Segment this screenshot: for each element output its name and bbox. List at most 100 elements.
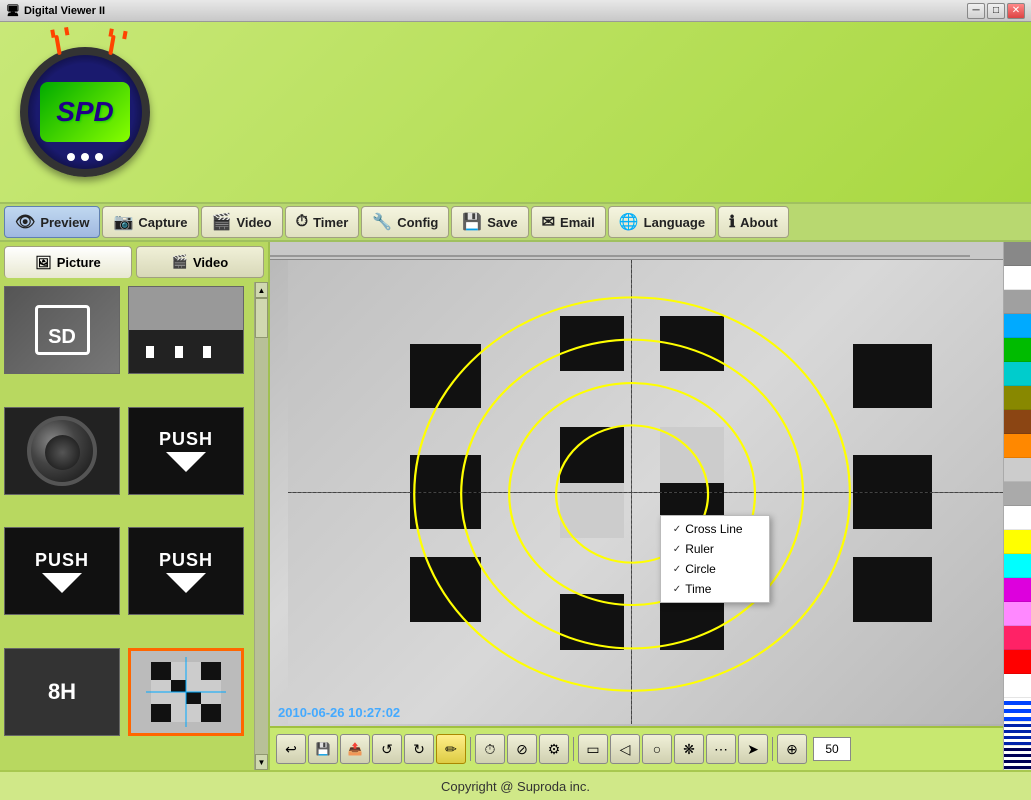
menu-language[interactable]: 🌐 Language — [608, 206, 716, 238]
swatch-7[interactable] — [1004, 410, 1031, 434]
tool-pencil[interactable]: ✏ — [436, 734, 466, 764]
thumbnail-target[interactable] — [128, 648, 244, 736]
minimize-button[interactable]: ─ — [967, 3, 985, 19]
preview-label: Preview — [40, 215, 89, 230]
video-label: Video — [236, 215, 271, 230]
swatch-14[interactable] — [1004, 578, 1031, 602]
menu-capture[interactable]: 📷 Capture — [102, 206, 198, 238]
context-crossline-label: Cross Line — [685, 522, 742, 536]
context-ruler-label: Ruler — [685, 542, 714, 556]
thumbnail-lens[interactable] — [4, 407, 120, 495]
scroll-thumb[interactable] — [255, 298, 268, 338]
tool-crosshair[interactable]: ⊕ — [777, 734, 807, 764]
color-palette — [1003, 242, 1031, 770]
email-label: Email — [560, 215, 595, 230]
context-crossline[interactable]: ✓ Cross Line — [661, 519, 769, 539]
swatch-4[interactable] — [1004, 338, 1031, 362]
menu-video[interactable]: 🎬 Video — [201, 206, 283, 238]
close-button[interactable]: ✕ — [1007, 3, 1025, 19]
tool-undo[interactable]: ↩ — [276, 734, 306, 764]
about-label: About — [740, 215, 778, 230]
capture-icon: 📷 — [113, 212, 133, 232]
tool-rotate-right[interactable]: ↻ — [404, 734, 434, 764]
tool-export[interactable]: 📤 — [340, 734, 370, 764]
swatch-5[interactable] — [1004, 362, 1031, 386]
logo-text: SPD — [40, 82, 130, 142]
scroll-down-button[interactable]: ▼ — [255, 754, 268, 770]
swatch-stripe2[interactable] — [1004, 722, 1031, 746]
swatch-11[interactable] — [1004, 506, 1031, 530]
menu-preview[interactable]: 👁 Preview — [4, 206, 100, 238]
tool-clock[interactable]: ⏱ — [475, 734, 505, 764]
tool-nosign[interactable]: ⊘ — [507, 734, 537, 764]
swatch-16[interactable] — [1004, 626, 1031, 650]
swatch-17[interactable] — [1004, 650, 1031, 674]
tool-circle[interactable]: ○ — [642, 734, 672, 764]
timestamp-value: 2010-06-26 10:27:02 — [278, 705, 400, 720]
thumbnail-road[interactable] — [128, 286, 244, 374]
swatch-8[interactable] — [1004, 434, 1031, 458]
menu-timer[interactable]: ⏱ Timer — [285, 206, 360, 238]
tool-gear[interactable]: ⚙ — [539, 734, 569, 764]
swatch-9[interactable] — [1004, 458, 1031, 482]
toolbar-sep-2 — [573, 737, 574, 761]
thumbnail-8h[interactable]: 8H — [4, 648, 120, 736]
swatch-6[interactable] — [1004, 386, 1031, 410]
thumbnail-push1[interactable]: PUSH — [128, 407, 244, 495]
menu-save[interactable]: 💾 Save — [451, 206, 528, 238]
status-bar: Copyright @ Suproda inc. — [0, 770, 1031, 800]
picture-tab-label: Picture — [57, 255, 101, 270]
app-title: Digital Viewer II — [24, 5, 105, 17]
context-ruler[interactable]: ✓ Ruler — [661, 539, 769, 559]
swatch-stripe3[interactable] — [1004, 746, 1031, 770]
ruler-svg-top — [270, 242, 1003, 260]
tab-video[interactable]: 🎬 Video — [136, 246, 264, 278]
antenna-right — [108, 35, 115, 55]
swatch-stripe1[interactable] — [1004, 698, 1031, 722]
export-icon: 📤 — [348, 742, 363, 756]
tool-dots[interactable]: ⋯ — [706, 734, 736, 764]
swatch-18[interactable] — [1004, 674, 1031, 698]
check-ruler: ✓ — [673, 544, 681, 555]
menu-email[interactable]: ✉ Email — [531, 206, 606, 238]
video-icon: 🎬 — [212, 212, 232, 232]
swatch-2[interactable] — [1004, 290, 1031, 314]
context-menu[interactable]: ✓ Cross Line ✓ Ruler ✓ Circle ✓ Time — [660, 515, 770, 603]
tool-blob[interactable]: ❋ — [674, 734, 704, 764]
swatch-13[interactable] — [1004, 554, 1031, 578]
image-area[interactable]: ✓ Cross Line ✓ Ruler ✓ Circle ✓ Time — [270, 242, 1003, 770]
context-time[interactable]: ✓ Time — [661, 579, 769, 599]
swatch-1[interactable] — [1004, 266, 1031, 290]
swatch-15[interactable] — [1004, 602, 1031, 626]
thumbnail-sd[interactable]: SD — [4, 286, 120, 374]
clock-icon: ⏱ — [485, 741, 496, 758]
microscope-view: ✓ Cross Line ✓ Ruler ✓ Circle ✓ Time — [270, 242, 1003, 770]
language-icon: 🌐 — [619, 212, 639, 232]
save-icon: 💾 — [462, 212, 482, 232]
tool-arrow[interactable]: ➤ — [738, 734, 768, 764]
swatch-3[interactable] — [1004, 314, 1031, 338]
tool-rectangle[interactable]: ▭ — [578, 734, 608, 764]
tab-picture[interactable]: 🖼 Picture — [4, 246, 132, 278]
bottom-toolbar: ↩ 💾 📤 ↺ ↻ ✏ ⏱ — [270, 726, 1003, 770]
thumbnail-push2[interactable]: PUSH — [4, 527, 120, 615]
scroll-up-button[interactable]: ▲ — [255, 282, 268, 298]
swatch-0[interactable] — [1004, 242, 1031, 266]
swatch-12[interactable] — [1004, 530, 1031, 554]
tool-rotate-left[interactable]: ↺ — [372, 734, 402, 764]
swatch-10[interactable] — [1004, 482, 1031, 506]
copyright-text: Copyright @ Suproda inc. — [441, 779, 590, 794]
menu-about[interactable]: ℹ About — [718, 206, 789, 238]
menu-config[interactable]: 🔧 Config — [361, 206, 449, 238]
context-circle[interactable]: ✓ Circle — [661, 559, 769, 579]
config-icon: 🔧 — [372, 212, 392, 232]
tool-save-img[interactable]: 💾 — [308, 734, 338, 764]
push-arrow-2 — [42, 573, 82, 593]
push-arrow-3 — [166, 573, 206, 593]
measure-input[interactable] — [813, 737, 851, 761]
crosshair-icon: ⊕ — [786, 741, 798, 758]
maximize-button[interactable]: □ — [987, 3, 1005, 19]
thumbnail-push3[interactable]: PUSH — [128, 527, 244, 615]
context-time-label: Time — [685, 582, 711, 596]
tool-angle[interactable]: ◁ — [610, 734, 640, 764]
